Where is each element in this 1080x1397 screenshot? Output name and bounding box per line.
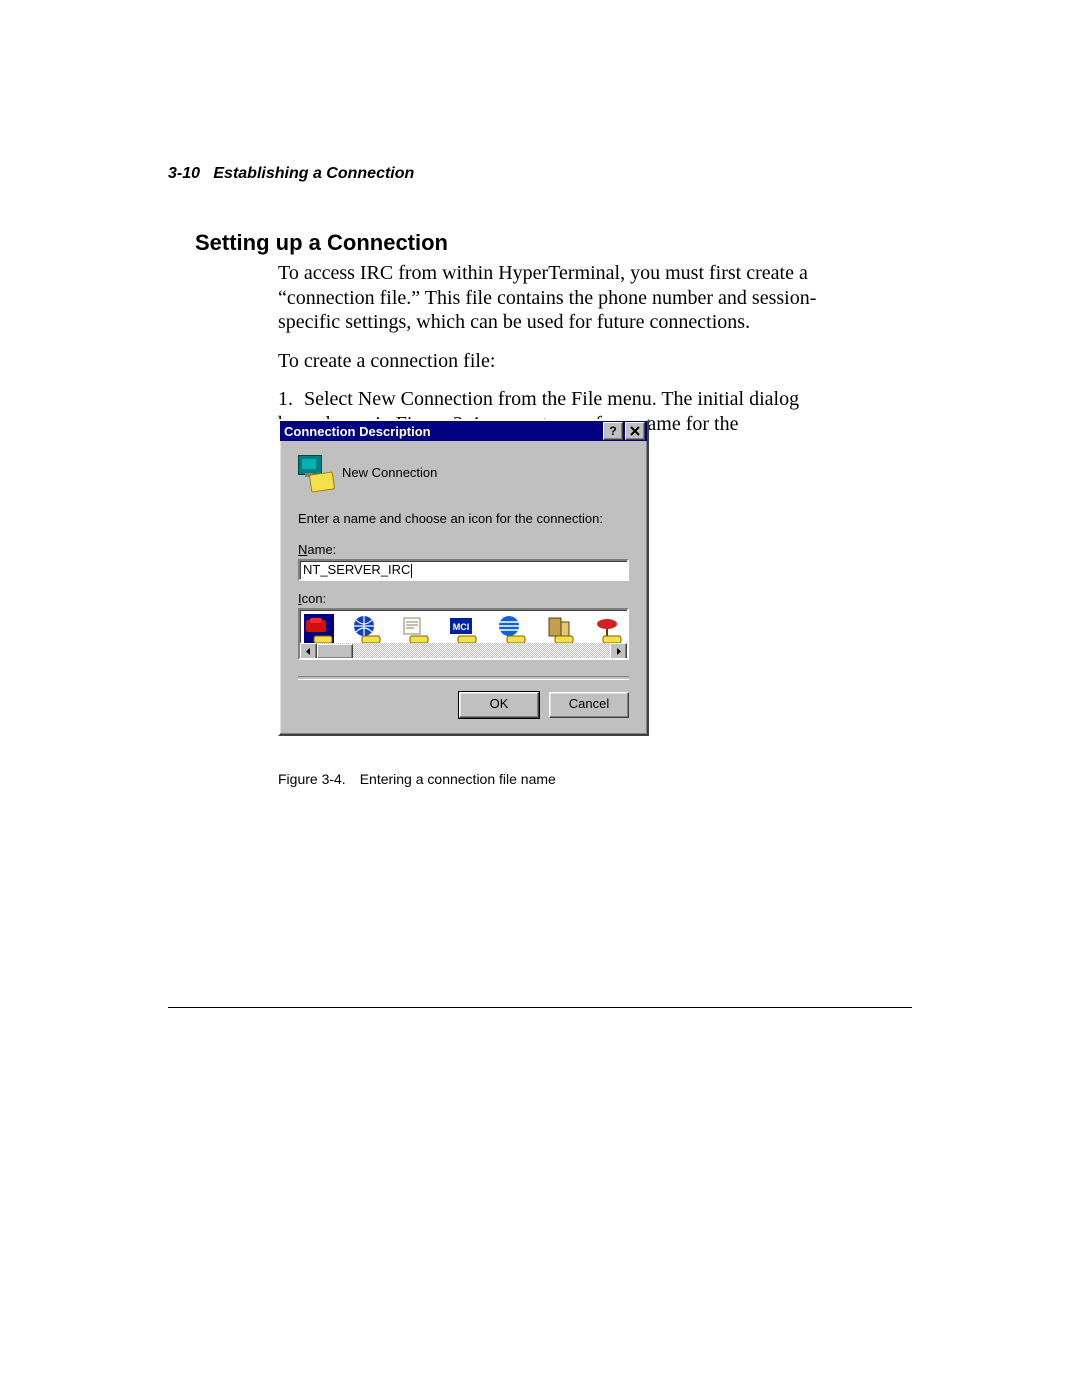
svg-text:MCI: MCI — [453, 622, 470, 632]
icon-label: Icon: — [298, 591, 629, 606]
dialog-title: Connection Description — [284, 424, 431, 439]
icon-option[interactable] — [545, 614, 575, 646]
page-number: 3-10 — [168, 165, 200, 182]
att-phone-icon — [497, 616, 527, 644]
scroll-phone-icon — [400, 616, 430, 644]
svg-text:?: ? — [609, 425, 616, 437]
icon-option[interactable] — [593, 614, 623, 646]
paragraph-1: To access IRC from within HyperTerminal,… — [278, 261, 823, 335]
icon-option[interactable] — [497, 614, 527, 646]
paragraph-2: To create a connection file: — [278, 349, 823, 374]
globe-phone-icon — [352, 616, 382, 644]
satellite-phone-icon — [593, 616, 623, 644]
titlebar[interactable]: Connection Description ? — [280, 421, 647, 441]
building-phone-icon — [545, 616, 575, 644]
caption-label: Figure 3-4. — [278, 771, 346, 787]
name-input-value: NT_SERVER_IRC — [303, 562, 410, 577]
scroll-track[interactable] — [317, 643, 610, 658]
icon-option[interactable] — [304, 614, 334, 646]
help-button[interactable]: ? — [603, 422, 623, 440]
icon-option[interactable] — [400, 614, 430, 646]
text-caret — [411, 564, 412, 578]
step-1-number: 1. — [278, 387, 304, 412]
help-icon: ? — [608, 425, 618, 437]
prompt-text: Enter a name and choose an icon for the … — [298, 511, 629, 526]
red-phone-icon — [304, 616, 334, 644]
footer-rule — [168, 1007, 912, 1008]
scroll-right-button[interactable] — [610, 643, 627, 660]
mci-phone-icon: MCI — [448, 616, 478, 644]
scroll-left-button[interactable] — [300, 643, 317, 660]
new-connection-label: New Connection — [342, 465, 437, 480]
cancel-button[interactable]: Cancel — [549, 692, 629, 718]
figure-caption: Figure 3-4. Entering a connection file na… — [278, 771, 556, 787]
close-icon — [630, 426, 640, 436]
section-heading: Setting up a Connection — [195, 230, 448, 256]
triangle-right-icon — [615, 648, 622, 655]
section-title: Establishing a Connection — [213, 165, 414, 182]
name-input[interactable]: NT_SERVER_IRC — [298, 559, 629, 581]
icon-option[interactable] — [352, 614, 382, 646]
ok-button[interactable]: OK — [459, 692, 539, 718]
caption-text: Entering a connection file name — [360, 771, 556, 787]
page-header: 3-10 Establishing a Connection — [168, 165, 414, 183]
connection-description-dialog: Connection Description ? New Connection — [278, 419, 649, 736]
separator — [298, 676, 629, 680]
icon-picker[interactable]: MCI — [298, 608, 629, 660]
close-button[interactable] — [625, 422, 645, 440]
new-connection-icon — [298, 455, 332, 489]
triangle-left-icon — [305, 648, 312, 655]
icon-scrollbar[interactable] — [300, 643, 627, 658]
scroll-thumb[interactable] — [317, 644, 353, 659]
name-label: Name: — [298, 542, 629, 557]
icon-option[interactable]: MCI — [448, 614, 478, 646]
